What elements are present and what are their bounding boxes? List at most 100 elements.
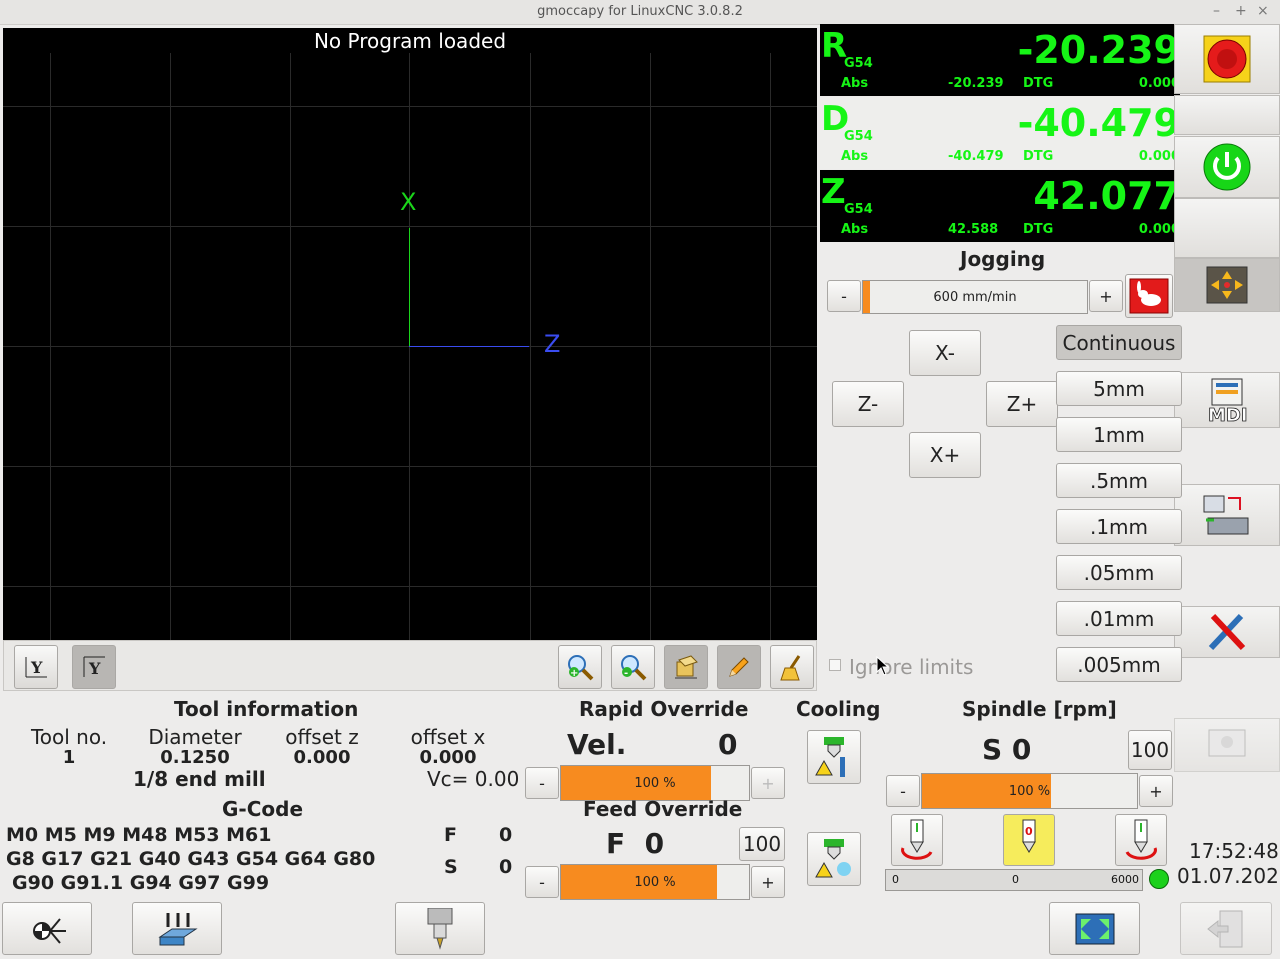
x-axis-line bbox=[409, 228, 410, 346]
jog-speed-plus-button[interactable]: + bbox=[1089, 280, 1123, 312]
mdi-icon: MDI bbox=[1208, 378, 1248, 423]
dimensions-icon bbox=[675, 655, 698, 679]
increment-continuous[interactable]: Continuous bbox=[1056, 325, 1182, 360]
ignore-limits-checkbox[interactable] bbox=[829, 659, 841, 671]
dro-row-r[interactable]: R G54 -20.239 Abs -20.239 DTG 0.000 bbox=[820, 24, 1180, 96]
dro-value: -40.479 bbox=[1017, 101, 1180, 145]
rapid-plus-button[interactable]: + bbox=[751, 767, 785, 799]
manual-mode-button[interactable] bbox=[1174, 258, 1280, 312]
clock-date: 01.07.2021 bbox=[1177, 864, 1280, 888]
svg-text:Y: Y bbox=[30, 658, 43, 677]
view-y-rotated-icon: Y bbox=[83, 656, 105, 678]
rapid-minus-button[interactable]: - bbox=[525, 767, 559, 799]
spindle-plus-button[interactable]: + bbox=[1139, 775, 1173, 807]
spindle-scale-mid: 0 bbox=[1012, 873, 1019, 886]
view-y-button[interactable]: Y bbox=[14, 645, 58, 689]
feed-reset-button[interactable]: 100 bbox=[739, 827, 785, 861]
tool-description: 1/8 end mill bbox=[133, 767, 266, 791]
jog-x-plus-button[interactable]: X+ bbox=[909, 432, 981, 478]
spindle-reverse-icon bbox=[1125, 819, 1157, 860]
mist-coolant-button[interactable] bbox=[807, 832, 861, 886]
dro-row-d[interactable]: D G54 -40.479 Abs -40.479 DTG 0.000 bbox=[820, 97, 1180, 169]
spindle-reverse-button[interactable] bbox=[1115, 814, 1167, 866]
spindle-forward-button[interactable] bbox=[891, 814, 943, 866]
jog-turtle-rabbit-button[interactable] bbox=[1125, 274, 1173, 318]
gcode-line-2: G8 G17 G21 G40 G43 G54 G64 G80 bbox=[6, 848, 376, 870]
dro-abs-value: -40.479 bbox=[948, 149, 1004, 164]
tool-info-title: Tool information bbox=[174, 697, 359, 721]
tool-offset-z-value: 0.000 bbox=[293, 747, 351, 768]
jog-z-minus-button[interactable]: Z- bbox=[832, 381, 904, 427]
feed-plus-button[interactable]: + bbox=[751, 866, 785, 898]
flood-coolant-button[interactable] bbox=[807, 730, 861, 784]
feed-override-slider[interactable]: 100 % bbox=[560, 864, 750, 900]
mist-coolant-icon bbox=[815, 839, 851, 878]
z-axis-line bbox=[409, 346, 529, 347]
tool-diameter-value: 0.1250 bbox=[160, 747, 230, 768]
dro-dtg-label: DTG bbox=[1023, 149, 1054, 164]
increment-0-5mm[interactable]: .5mm bbox=[1056, 463, 1182, 498]
spindle-minus-button[interactable]: - bbox=[886, 775, 920, 807]
gcode-f-label: F bbox=[444, 824, 457, 846]
spindle-override-slider[interactable]: 100 % bbox=[921, 773, 1138, 809]
spindle-scale-min: 0 bbox=[892, 873, 899, 886]
dro-dtg-label: DTG bbox=[1023, 222, 1054, 237]
preview-message: No Program loaded bbox=[313, 29, 507, 53]
touch-off-button[interactable] bbox=[132, 902, 222, 955]
minimize-button[interactable]: – bbox=[1213, 3, 1220, 19]
dro-row-z[interactable]: Z G54 42.077 Abs 42.588 DTG 0.000 bbox=[820, 170, 1180, 242]
zoom-out-button[interactable]: - bbox=[611, 645, 655, 689]
increment-0-01mm[interactable]: .01mm bbox=[1056, 601, 1182, 636]
show-dimensions-button[interactable] bbox=[664, 645, 708, 689]
workpiece-icon bbox=[158, 912, 198, 945]
increment-0-1mm[interactable]: .1mm bbox=[1056, 509, 1182, 544]
jog-z-plus-button[interactable]: Z+ bbox=[986, 381, 1058, 427]
jog-speed-slider[interactable]: 600 mm/min bbox=[862, 280, 1088, 314]
estop-button[interactable] bbox=[1174, 24, 1280, 94]
mdi-mode-button[interactable]: MDI bbox=[1174, 372, 1280, 428]
dro-value: -20.239 bbox=[1017, 28, 1180, 72]
exit-door-icon bbox=[1207, 910, 1243, 947]
view-y-rotated-button[interactable]: Y bbox=[72, 645, 116, 689]
close-button[interactable]: × bbox=[1257, 3, 1269, 19]
svg-text:MDI: MDI bbox=[1208, 405, 1248, 423]
increment-0-05mm[interactable]: .05mm bbox=[1056, 555, 1182, 590]
toggle-plot-button[interactable] bbox=[717, 645, 761, 689]
rapid-override-slider[interactable]: 100 % bbox=[560, 765, 750, 801]
spindle-stop-icon: 0 bbox=[1022, 819, 1036, 853]
rapid-vel-label: Vel. bbox=[567, 728, 627, 761]
dro-abs-value: -20.239 bbox=[948, 76, 1004, 91]
maximize-button[interactable]: + bbox=[1235, 3, 1247, 19]
spindle-stop-button[interactable]: 0 bbox=[1003, 814, 1055, 866]
increment-0-005mm[interactable]: .005mm bbox=[1056, 647, 1182, 682]
power-icon bbox=[1203, 143, 1251, 191]
svg-text:+: + bbox=[570, 668, 578, 679]
fullscreen-icon bbox=[1075, 913, 1114, 944]
jog-speed-minus-button[interactable]: - bbox=[827, 280, 861, 312]
spindle-reset-button[interactable]: 100 bbox=[1128, 730, 1172, 770]
increment-1mm[interactable]: 1mm bbox=[1056, 417, 1182, 452]
jog-x-minus-button[interactable]: X- bbox=[909, 330, 981, 376]
dro-coord-system: G54 bbox=[844, 202, 873, 217]
gcode-preview[interactable]: X Z No Program loaded bbox=[3, 28, 817, 640]
exit-button[interactable] bbox=[1180, 902, 1272, 955]
spacer-button bbox=[1174, 95, 1280, 135]
tool-change-button[interactable] bbox=[395, 902, 485, 955]
gcode-line-1: M0 M5 M9 M48 M53 M61 bbox=[6, 824, 272, 846]
fullscreen-button[interactable] bbox=[1049, 902, 1140, 955]
clear-plot-button[interactable] bbox=[770, 645, 814, 689]
z-axis-label: Z bbox=[544, 330, 561, 358]
svg-text:Y: Y bbox=[88, 659, 101, 678]
settings-button[interactable] bbox=[1174, 606, 1280, 658]
tools-icon bbox=[1208, 613, 1246, 651]
zoom-in-button[interactable]: + bbox=[558, 645, 602, 689]
ref-all-button[interactable] bbox=[2, 902, 92, 955]
broom-icon bbox=[780, 655, 801, 681]
rapid-vel-value: 0 bbox=[718, 728, 738, 761]
ignore-limits-label: Ignore limits bbox=[849, 655, 974, 679]
increment-5mm[interactable]: 5mm bbox=[1056, 371, 1182, 406]
feed-minus-button[interactable]: - bbox=[525, 866, 559, 898]
auto-mode-button[interactable] bbox=[1174, 484, 1280, 546]
user-tabs-button[interactable] bbox=[1174, 718, 1280, 772]
machine-power-button[interactable] bbox=[1174, 136, 1280, 198]
